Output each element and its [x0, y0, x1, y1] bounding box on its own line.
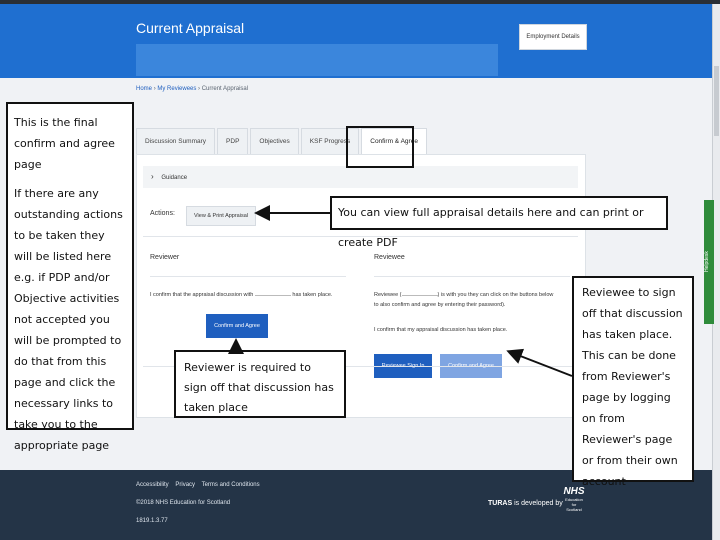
scrollbar-thumb[interactable] — [714, 66, 719, 136]
divider — [150, 276, 346, 277]
helpdesk-tab[interactable]: Helpdesk — [704, 200, 714, 324]
footer-links: Accessibility Privacy Terms and Conditio… — [136, 482, 265, 488]
breadcrumb-home[interactable]: Home — [136, 86, 152, 92]
tab-pdp[interactable]: PDP — [217, 128, 249, 154]
confirm-tab-highlight-box — [346, 126, 414, 168]
breadcrumb-separator: › — [198, 86, 201, 92]
annotation-view-print: You can view full appraisal details here… — [330, 196, 668, 249]
reviewee-info-prefix: Reviewee ( — [374, 292, 402, 298]
reviewee-confirm-text: I confirm that my appraisal discussion h… — [374, 327, 508, 333]
reviewer-confirm-text: I confirm that the appraisal discussion … — [150, 290, 350, 300]
turas-credit: TURAS is developed by — [488, 500, 563, 507]
turas-developed-by: is developed by — [512, 500, 563, 507]
guidance-label: Guidance — [161, 175, 188, 181]
breadcrumb: Home › My Reviewees › Current Appraisal — [136, 86, 248, 92]
reviewer-heading: Reviewer — [150, 254, 180, 261]
annotation-reviewer-sign-off: Reviewer is required to sign off that di… — [174, 350, 346, 418]
breadcrumb-current: Current Appraisal — [201, 86, 249, 92]
reviewee-info-text: Reviewee ( ) is with you they can click o… — [374, 290, 574, 310]
chevron-right-icon: › — [151, 172, 154, 181]
footer-version: 1819.1.3.77 — [136, 518, 168, 524]
footer-link-accessibility[interactable]: Accessibility — [136, 482, 169, 488]
breadcrumb-my-reviewees[interactable]: My Reviewees — [157, 86, 196, 92]
guidance-toggle[interactable]: › Guidance — [143, 166, 578, 188]
reviewer-confirm-agree-button[interactable]: Confirm and Agree — [206, 314, 268, 338]
footer-link-terms[interactable]: Terms and Conditions — [202, 482, 260, 488]
breadcrumb-separator: › — [153, 86, 156, 92]
reviewer-confirm-suffix: has taken place. — [292, 292, 333, 298]
reviewee-info-suffix: ) is with you they can click on the butt… — [437, 292, 554, 298]
divider — [374, 276, 570, 277]
employment-details-button[interactable]: Employment Details — [519, 24, 587, 50]
annotation-final-page-text: This is the final confirm and agree page — [14, 116, 115, 171]
reviewee-info-line2: to also confirm and agree by entering th… — [374, 302, 506, 308]
page-title: Current Appraisal — [136, 20, 245, 36]
nhs-logo-sub3: Scotland — [566, 507, 582, 512]
footer-link-privacy[interactable]: Privacy — [175, 482, 195, 488]
annotation-final-page: This is the final confirm and agree page… — [6, 102, 134, 452]
footer-copyright: ©2018 NHS Education for Scotland — [136, 500, 231, 506]
header-banner-strip — [136, 44, 498, 76]
reviewee-name-blank — [401, 291, 438, 296]
actions-label: Actions: — [150, 210, 175, 217]
reviewee-name-blank — [254, 291, 291, 296]
view-print-appraisal-button[interactable]: View & Print Appraisal — [186, 206, 256, 226]
annotation-reviewee-sign-off: Reviewee to sign off that discussion has… — [572, 276, 694, 488]
tab-discussion-summary[interactable]: Discussion Summary — [136, 128, 216, 154]
reviewer-confirm-prefix: I confirm that the appraisal discussion … — [150, 292, 254, 298]
page-header: Current Appraisal Employment Details — [0, 4, 712, 78]
turas-brand: TURAS — [488, 500, 513, 507]
annotation-outstanding-actions-text: If there are any outstanding actions to … — [14, 187, 123, 452]
tab-objectives[interactable]: Objectives — [250, 128, 299, 154]
